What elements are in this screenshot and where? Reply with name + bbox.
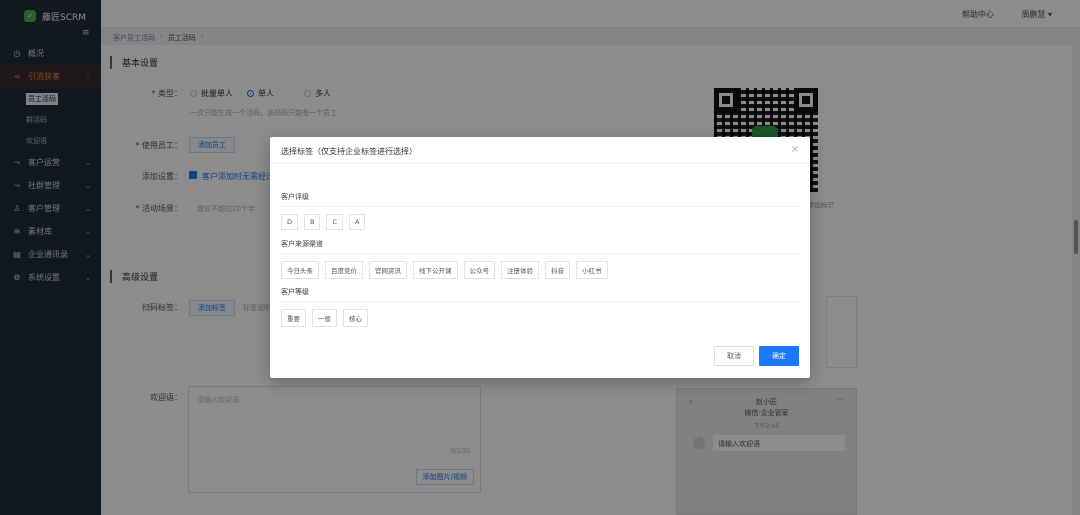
tag-item[interactable]: D (281, 214, 299, 230)
tag-item[interactable]: 一般 (312, 309, 337, 327)
tag-item[interactable]: 小红书 (576, 261, 608, 279)
tag-item[interactable]: 线下公开课 (413, 261, 458, 279)
divider (270, 163, 810, 164)
tag-item[interactable]: C (326, 214, 344, 230)
tag-group-source: 客户来源渠道 今日头条 百度竞价 官网资讯 线下公开课 公众号 注册体验 抖音 … (281, 239, 799, 279)
tag-list: 今日头条 百度竞价 官网资讯 线下公开课 公众号 注册体验 抖音 小红书 (281, 261, 799, 279)
tag-group-title: 客户等级 (281, 287, 799, 302)
tag-item[interactable]: 公众号 (463, 261, 495, 279)
tag-item[interactable]: 核心 (343, 309, 368, 327)
select-tags-dialog: 选择标签（仅支持企业标签进行选择） × 客户评级 D B C A 客户来源渠道 … (270, 137, 810, 378)
close-icon[interactable]: × (791, 144, 799, 155)
tag-group-rating: 客户评级 D B C A (281, 192, 799, 230)
tag-item[interactable]: A (349, 214, 366, 230)
tag-item[interactable]: 百度竞价 (325, 261, 363, 279)
dialog-title: 选择标签（仅支持企业标签进行选择） (281, 147, 417, 156)
tag-group-title: 客户来源渠道 (281, 239, 799, 254)
tag-group-title: 客户评级 (281, 192, 799, 207)
tag-item[interactable]: 抖音 (545, 261, 570, 279)
tag-item[interactable]: 今日头条 (281, 261, 319, 279)
tag-item[interactable]: 官网资讯 (369, 261, 407, 279)
tag-list: D B C A (281, 214, 799, 230)
tag-item[interactable]: B (304, 214, 321, 230)
tag-item[interactable]: 重要 (281, 309, 306, 327)
scrollbar-thumb[interactable] (1074, 220, 1078, 254)
confirm-button[interactable]: 确定 (759, 346, 799, 366)
cancel-button[interactable]: 取消 (714, 346, 754, 366)
tag-item[interactable]: 注册体验 (501, 261, 539, 279)
tag-list: 重要 一般 核心 (281, 309, 799, 327)
tag-group-level: 客户等级 重要 一般 核心 (281, 287, 799, 327)
